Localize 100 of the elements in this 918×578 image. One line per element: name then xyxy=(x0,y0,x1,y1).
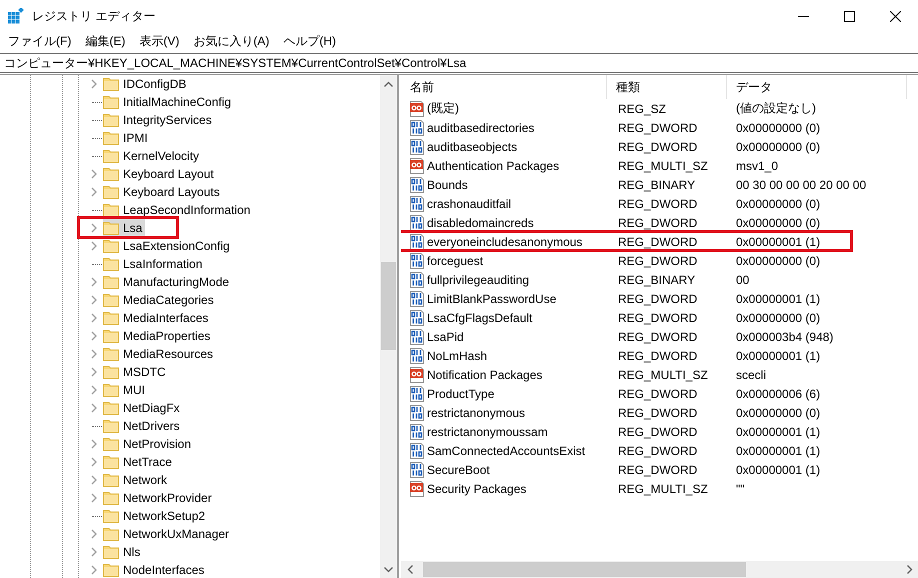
value-type: REG_BINARY xyxy=(617,272,696,286)
value-name[interactable]: (既定) xyxy=(425,100,459,117)
value-name[interactable]: NoLmHash xyxy=(425,348,488,362)
tree-item[interactable]: Network xyxy=(103,471,170,489)
menu-item[interactable]: 表示(V) xyxy=(133,32,186,51)
value-data: 00 xyxy=(735,272,750,286)
value-data: 0x00000000 (0) xyxy=(735,120,820,134)
tree-item[interactable]: Lsa xyxy=(103,219,146,237)
value-type: REG_DWORD xyxy=(617,140,698,154)
tree-item[interactable]: ManufacturingMode xyxy=(103,273,232,291)
value-data: "" xyxy=(735,482,745,496)
column-header[interactable]: 種類 xyxy=(607,75,727,99)
value-data: (値の設定なし) xyxy=(735,100,816,117)
value-data: 0x00000001 (1) xyxy=(735,348,820,362)
value-data: 0x00000000 (0) xyxy=(735,140,820,154)
value-type: REG_MULTI_SZ xyxy=(617,158,709,172)
tree-item[interactable]: NetworkProvider xyxy=(103,489,215,507)
value-name[interactable]: crashonauditfail xyxy=(425,196,512,210)
tree-item[interactable]: NetworkUxManager xyxy=(103,525,232,543)
value-name[interactable]: auditbaseobjects xyxy=(425,140,518,154)
tree-item[interactable]: MediaResources xyxy=(103,345,216,363)
value-data: 0x00000001 (1) xyxy=(735,234,820,248)
menu-item[interactable]: ファイル(F) xyxy=(2,32,78,51)
tree-item[interactable]: Keyboard Layout xyxy=(103,165,217,183)
value-type: REG_DWORD xyxy=(617,234,698,248)
value-type: REG_BINARY xyxy=(617,178,696,192)
value-type: REG_DWORD xyxy=(617,424,698,438)
value-name[interactable]: restrictanonymous xyxy=(425,406,526,420)
value-data: 0x000003b4 (948) xyxy=(735,330,834,344)
tree-item[interactable]: MUI xyxy=(103,381,148,399)
tree-item[interactable]: NodeInterfaces xyxy=(103,561,208,578)
tree-item[interactable]: NetDiagFx xyxy=(103,399,183,417)
value-type: REG_MULTI_SZ xyxy=(617,482,709,496)
tree-item[interactable]: IDConfigDB xyxy=(103,75,190,93)
tree-item[interactable]: IntegrityServices xyxy=(103,111,215,129)
value-data: 0x00000006 (6) xyxy=(735,386,820,400)
value-data: 0x00000001 (1) xyxy=(735,424,820,438)
value-data: 0x00000000 (0) xyxy=(735,310,820,324)
tree-item[interactable]: NetworkSetup2 xyxy=(103,507,208,525)
tree-item[interactable]: MSDTC xyxy=(103,363,169,381)
value-data: 0x00000000 (0) xyxy=(735,406,820,420)
value-name[interactable]: LimitBlankPasswordUse xyxy=(425,292,556,306)
menu-item[interactable]: お気に入り(A) xyxy=(187,32,276,51)
value-data: 0x00000000 (0) xyxy=(735,216,820,230)
value-type: REG_DWORD xyxy=(617,254,698,268)
value-data: 0x00000001 (1) xyxy=(735,292,820,306)
column-header[interactable]: 名前 xyxy=(401,75,607,99)
tree-item[interactable]: NetProvision xyxy=(103,435,194,453)
value-name[interactable]: SamConnectedAccountsExist xyxy=(425,444,586,458)
value-name[interactable]: restrictanonymoussam xyxy=(425,424,548,438)
value-type: REG_SZ xyxy=(617,102,668,116)
value-name[interactable]: LsaCfgFlagsDefault xyxy=(425,310,532,324)
tree-item[interactable]: IPMI xyxy=(103,129,151,147)
value-data: 0x00000001 (1) xyxy=(735,462,820,476)
value-data: msv1_0 xyxy=(735,158,778,172)
tree-item[interactable]: MediaCategories xyxy=(103,291,217,309)
tree-item[interactable]: Nls xyxy=(103,543,144,561)
value-type: REG_DWORD xyxy=(617,386,698,400)
value-type: REG_MULTI_SZ xyxy=(617,368,709,382)
menu-item[interactable]: ヘルプ(H) xyxy=(277,32,342,51)
tree-item[interactable]: LeapSecondInformation xyxy=(103,201,254,219)
value-type: REG_DWORD xyxy=(617,292,698,306)
value-name[interactable]: Security Packages xyxy=(425,482,526,496)
value-data: 0x00000000 (0) xyxy=(735,254,820,268)
value-type: REG_DWORD xyxy=(617,196,698,210)
tree-item[interactable]: InitialMachineConfig xyxy=(103,93,234,111)
value-type: REG_DWORD xyxy=(617,216,698,230)
value-data: 0x00000001 (1) xyxy=(735,444,820,458)
column-header[interactable]: データ xyxy=(727,75,907,99)
value-name[interactable]: SecureBoot xyxy=(425,462,490,476)
menu-item[interactable]: 編集(E) xyxy=(79,32,132,51)
value-name[interactable]: disabledomaincreds xyxy=(425,216,534,230)
value-type: REG_DWORD xyxy=(617,462,698,476)
value-data: scecli xyxy=(735,368,766,382)
value-data: 00 30 00 00 00 20 00 00 xyxy=(735,178,866,192)
value-type: REG_DWORD xyxy=(617,310,698,324)
tree-item[interactable]: NetDrivers xyxy=(103,417,183,435)
window-title: レジストリ エディター xyxy=(32,8,156,24)
value-name[interactable]: ProductType xyxy=(425,386,494,400)
tree-item[interactable]: LsaExtensionConfig xyxy=(103,237,233,255)
value-type: REG_DWORD xyxy=(617,348,698,362)
address-bar[interactable]: コンピューター¥HKEY_LOCAL_MACHINE¥SYSTEM¥CurrentControlSet¥Control¥Lsa xyxy=(0,53,918,73)
tree-item[interactable]: KernelVelocity xyxy=(103,147,202,165)
value-type: REG_DWORD xyxy=(617,406,698,420)
value-name[interactable]: Notification Packages xyxy=(425,368,542,382)
value-name[interactable]: auditbasedirectories xyxy=(425,120,534,134)
tree-item[interactable]: NetTrace xyxy=(103,453,175,471)
value-name[interactable]: Bounds xyxy=(425,178,468,192)
value-name[interactable]: LsaPid xyxy=(425,330,464,344)
value-type: REG_DWORD xyxy=(617,330,698,344)
tree-item[interactable]: MediaInterfaces xyxy=(103,309,212,327)
tree-item[interactable]: MediaProperties xyxy=(103,327,214,345)
value-data: 0x00000000 (0) xyxy=(735,196,820,210)
value-name[interactable]: forceguest xyxy=(425,254,484,268)
value-type: REG_DWORD xyxy=(617,120,698,134)
value-name[interactable]: everyoneincludesanonymous xyxy=(425,234,582,248)
value-name[interactable]: Authentication Packages xyxy=(425,158,560,172)
tree-item[interactable]: Keyboard Layouts xyxy=(103,183,223,201)
tree-item[interactable]: LsaInformation xyxy=(103,255,206,273)
value-name[interactable]: fullprivilegeauditing xyxy=(425,272,530,286)
